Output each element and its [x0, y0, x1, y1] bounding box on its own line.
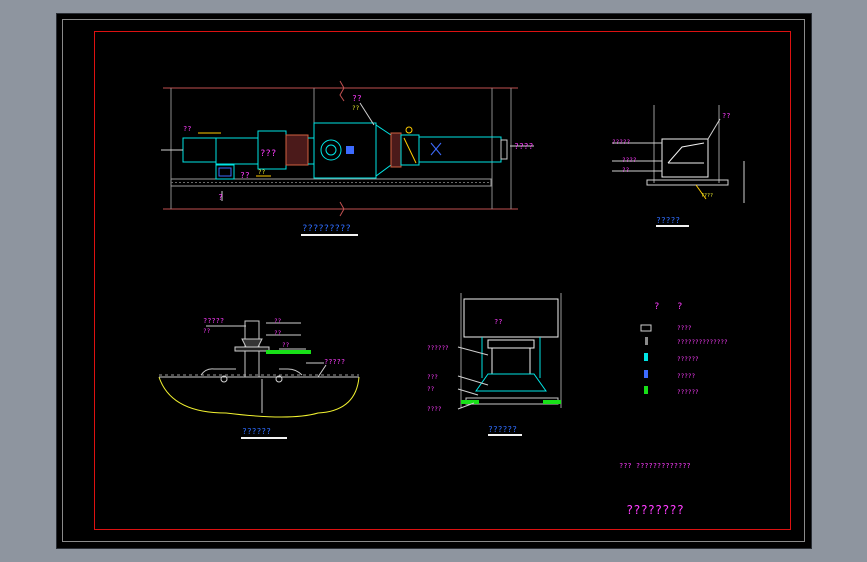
- section-title: ?????: [656, 216, 680, 225]
- legend-symbol-5: [644, 386, 648, 394]
- plan-label-small: ?: [218, 193, 223, 202]
- detail-left-label-2: ??: [203, 328, 211, 335]
- legend: [640, 324, 652, 394]
- plan-label-exhaust: ????: [514, 142, 533, 151]
- drawing-sheet: ?? ?? ?? ??? ?? ?? ???? ? ????????? ????…: [56, 13, 812, 549]
- detail-left-view: [158, 320, 360, 439]
- legend-heading-2: ?: [677, 302, 682, 312]
- drawing-note: ??? ?????????????: [619, 462, 691, 470]
- plan-label-unit: ???: [260, 149, 276, 159]
- legend-symbol-3: [644, 353, 648, 361]
- legend-item-label: ??????????????: [677, 339, 728, 346]
- legend-item-label: ??????: [677, 356, 699, 363]
- plan-label-base2: ??: [258, 169, 266, 176]
- drawing-title: ????????: [626, 503, 684, 517]
- section-label-2: ????: [622, 157, 637, 164]
- section-label-1: ?????: [612, 139, 630, 146]
- section-label-base: ????: [701, 193, 713, 199]
- section-label-3: ??: [622, 167, 630, 174]
- detail-left-label-4: ??: [274, 330, 282, 337]
- plan-view: [161, 80, 534, 236]
- legend-symbol-2: [645, 337, 648, 345]
- legend-item-label: ?????: [677, 373, 695, 380]
- detail-left-label-1: ?????: [203, 317, 224, 325]
- detail-mid-label-3: ??: [427, 386, 435, 393]
- plan-label-top: ??: [352, 94, 362, 103]
- detail-left-label-3: ??: [274, 318, 282, 325]
- detail-mid-view: [457, 293, 562, 436]
- section-label-top: ??: [722, 112, 730, 120]
- plan-title: ?????????: [302, 224, 351, 234]
- legend-item-label: ??????: [677, 389, 699, 396]
- legend-heading-1: ?: [654, 302, 659, 312]
- legend-symbol-1: [640, 324, 652, 332]
- detail-mid-title: ??????: [488, 425, 517, 434]
- detail-mid-label-top: ??: [494, 318, 502, 326]
- detail-left-label-6: ?????: [324, 358, 345, 366]
- plan-label-top-sub: ??: [352, 105, 360, 112]
- cad-canvas: ?? ?? ?? ??? ?? ?? ???? ? ????????? ????…: [158, 80, 745, 517]
- detail-mid-label-1: ??????: [427, 345, 449, 352]
- section-right-view: [612, 105, 745, 227]
- plan-label-base: ??: [240, 171, 250, 180]
- legend-item-label: ????: [677, 325, 692, 332]
- legend-symbol-4: [644, 370, 648, 378]
- plan-label-intake: ??: [183, 125, 191, 133]
- detail-left-title: ??????: [242, 427, 271, 436]
- detail-mid-label-4: ????: [427, 406, 442, 413]
- detail-mid-label-2: ???: [427, 374, 438, 381]
- detail-left-label-5: ??: [282, 342, 290, 349]
